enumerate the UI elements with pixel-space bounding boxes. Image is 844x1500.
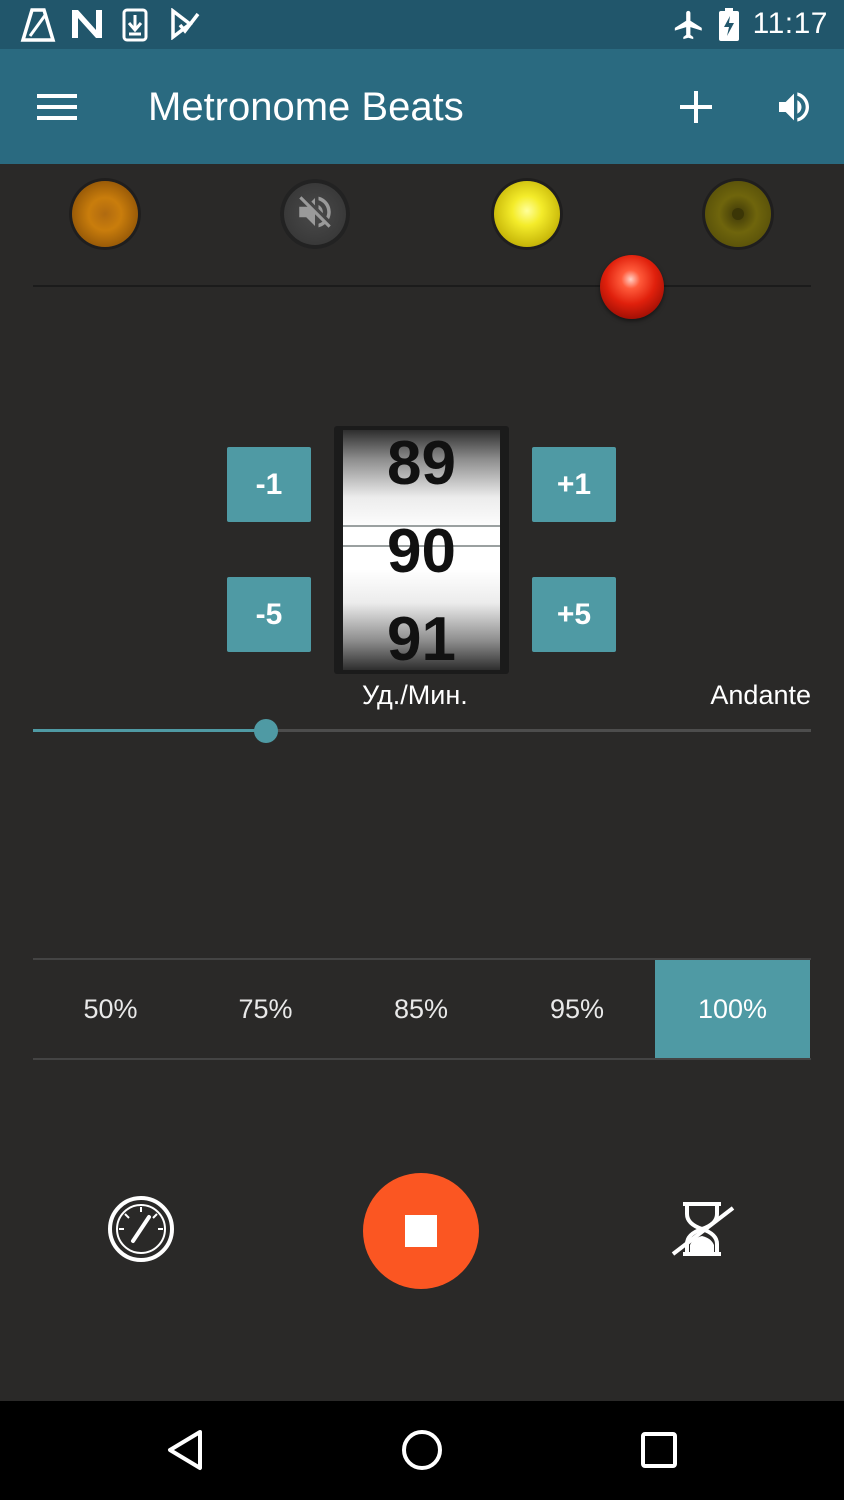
download-icon xyxy=(122,8,148,47)
metronome-app-icon xyxy=(20,8,56,47)
plus-1-button[interactable]: +1 xyxy=(532,447,616,522)
percent-50-option[interactable]: 50% xyxy=(33,960,188,1058)
back-icon[interactable] xyxy=(160,1425,210,1475)
beat-track xyxy=(33,285,811,287)
airplane-mode-icon xyxy=(672,8,706,47)
bpm-value-selected: 90 xyxy=(387,517,456,586)
status-bar: 11:17 xyxy=(0,0,844,49)
minus-5-button[interactable]: -5 xyxy=(227,577,311,652)
timer-off-icon xyxy=(669,1198,737,1265)
home-icon[interactable] xyxy=(397,1425,447,1475)
beat-light-4[interactable] xyxy=(705,181,771,247)
hamburger-menu-icon[interactable] xyxy=(29,79,85,135)
minus-1-button[interactable]: -1 xyxy=(227,447,311,522)
beat-indicator-ball xyxy=(600,255,664,319)
app-bar: Metronome Beats xyxy=(0,49,844,164)
segment-divider-bottom xyxy=(33,1058,811,1060)
check-icon xyxy=(170,7,200,45)
timer-button[interactable] xyxy=(668,1198,738,1264)
stop-icon xyxy=(405,1215,437,1247)
app-title: Metronome Beats xyxy=(148,85,464,129)
tempo-name-label: Andante xyxy=(710,680,811,710)
tempo-slider-fill xyxy=(33,729,267,732)
bpm-unit-label: Уд./Мин. xyxy=(362,680,468,710)
bpm-value-prev: 89 xyxy=(387,429,456,498)
plus-5-button[interactable]: +5 xyxy=(532,577,616,652)
mute-icon xyxy=(294,191,336,238)
volume-icon[interactable] xyxy=(766,79,822,135)
percent-95-option[interactable]: 95% xyxy=(499,960,655,1058)
bpm-value-next: 91 xyxy=(387,605,456,674)
tempo-slider-thumb[interactable] xyxy=(254,719,279,743)
speed-trainer-button[interactable] xyxy=(106,1195,176,1268)
percent-100-option[interactable]: 100% xyxy=(655,960,810,1058)
percent-85-option[interactable]: 85% xyxy=(343,960,499,1058)
plus-icon[interactable] xyxy=(668,79,724,135)
stop-button[interactable] xyxy=(363,1173,479,1289)
beat-light-2-muted[interactable] xyxy=(280,179,350,249)
gauge-icon xyxy=(107,1195,175,1268)
recents-icon[interactable] xyxy=(634,1425,684,1475)
n-icon xyxy=(70,8,104,45)
beat-light-3[interactable] xyxy=(494,181,560,247)
status-time: 11:17 xyxy=(752,7,828,40)
navigation-bar xyxy=(0,1401,844,1500)
percent-75-option[interactable]: 75% xyxy=(188,960,343,1058)
battery-charging-icon xyxy=(718,8,740,47)
beat-light-1[interactable] xyxy=(72,181,138,247)
